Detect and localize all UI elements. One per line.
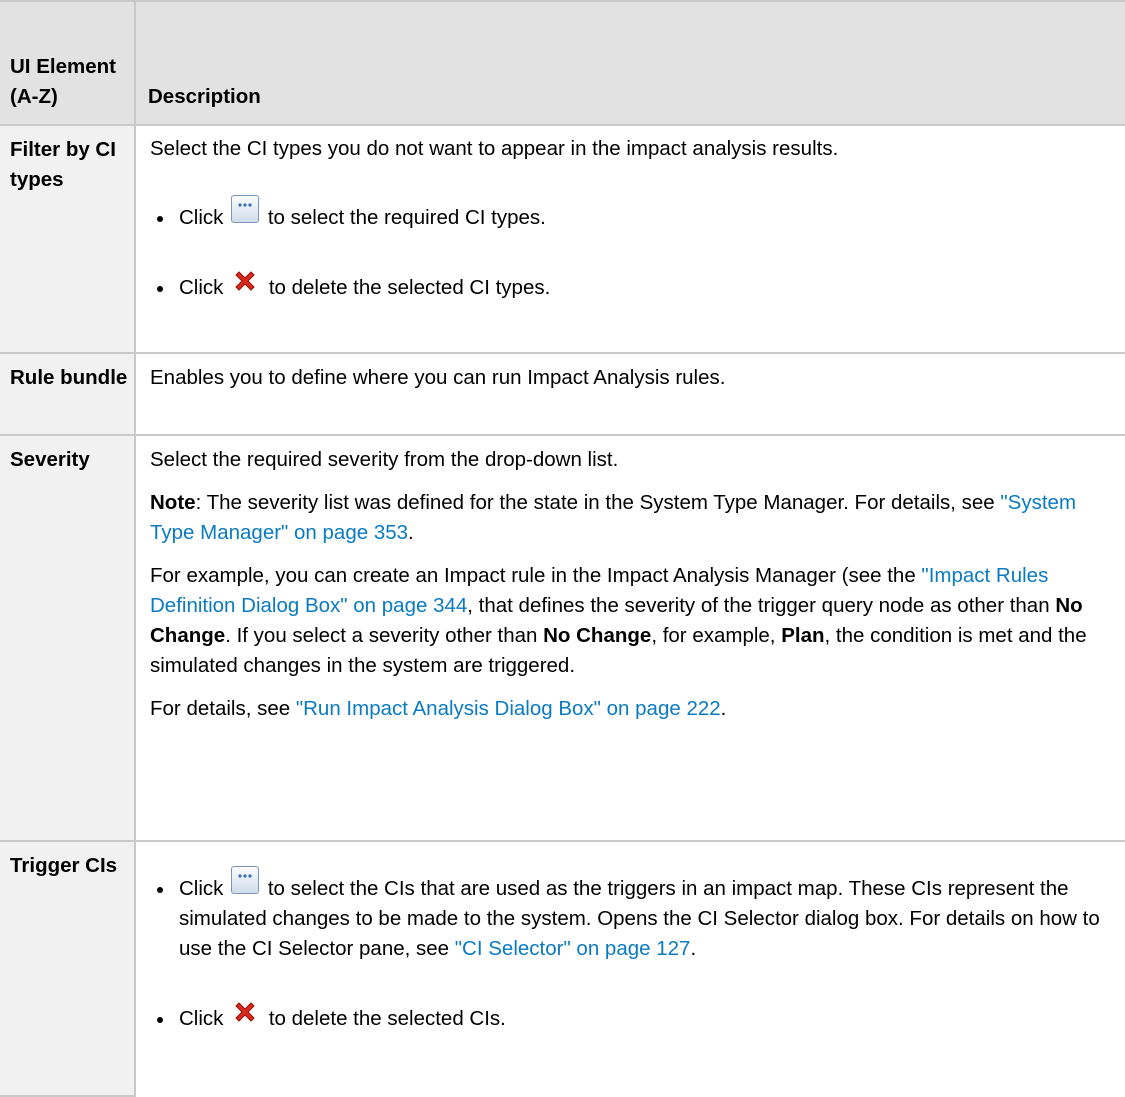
- example-text-1: For example, you can create an Impact ru…: [150, 564, 922, 587]
- plan-bold: Plan: [781, 624, 825, 647]
- header-ui-element: UI Element (A-Z): [0, 0, 135, 126]
- header-description: Description: [134, 0, 1125, 126]
- trigger-bullets: Click to select the CIs that are used as…: [150, 866, 1121, 1034]
- details-text: For details, see: [150, 697, 296, 720]
- example-text-3: . If you select a severity other than: [225, 624, 544, 647]
- click-label: Click: [179, 877, 224, 900]
- table-row-rule-bundle: Rule bundle Enables you to define where …: [0, 353, 1125, 436]
- filter-browse-text: to select the required CI types.: [267, 206, 546, 229]
- note-end: .: [408, 521, 414, 544]
- click-label: Click: [179, 276, 224, 299]
- table-row-filter-by-ci-types: Filter by CI types Select the CI types y…: [0, 125, 1125, 354]
- severity-intro: Select the required severity from the dr…: [150, 448, 619, 471]
- description-severity: Select the required severity from the dr…: [134, 435, 1125, 842]
- ellipsis-browse-icon[interactable]: [231, 866, 260, 894]
- click-label: Click: [179, 1007, 224, 1030]
- table-row-trigger-cis: Trigger CIs Click to select the CIs that…: [0, 841, 1125, 1097]
- ellipsis-browse-icon[interactable]: [231, 195, 260, 223]
- description-rule-bundle: Enables you to define where you can run …: [134, 353, 1125, 436]
- severity-example: For example, you can create an Impact ru…: [150, 561, 1121, 681]
- no-change-bold-2: No Change: [543, 624, 652, 647]
- element-name-trigger: Trigger CIs: [0, 841, 135, 1097]
- list-item: Click to select the CIs that are used as…: [150, 866, 1121, 964]
- severity-details: For details, see "Run Impact Analysis Di…: [150, 694, 1121, 724]
- table-row-severity: Severity Select the required severity fr…: [0, 435, 1125, 842]
- list-item: Click to delete the selected CIs.: [150, 1002, 1121, 1034]
- example-text-4: , for example,: [651, 624, 782, 647]
- ci-selector-link[interactable]: "CI Selector" on page 127: [455, 937, 691, 960]
- filter-intro: Select the CI types you do not want to a…: [150, 137, 839, 160]
- details-end: .: [720, 697, 727, 720]
- severity-note: Note: The severity list was defined for …: [150, 488, 1121, 548]
- list-item: Click to select the required CI types.: [150, 195, 1121, 233]
- note-label: Note: [150, 491, 196, 514]
- click-label: Click: [179, 206, 224, 229]
- filter-delete-text: to delete the selected CI types.: [268, 276, 551, 299]
- trigger-end: .: [690, 937, 697, 960]
- red-x-delete-icon[interactable]: [233, 1000, 257, 1024]
- trigger-delete-text: to delete the selected CIs.: [268, 1007, 506, 1030]
- element-name-rule-bundle: Rule bundle: [0, 353, 135, 436]
- example-text-2: , that defines the severity of the trigg…: [467, 594, 1056, 617]
- list-item: Click to delete the selected CI types.: [150, 271, 1121, 303]
- note-text: : The severity list was defined for the …: [195, 491, 1001, 514]
- red-x-delete-icon[interactable]: [233, 269, 257, 293]
- element-name-filter: Filter by CI types: [0, 125, 135, 354]
- description-trigger: Click to select the CIs that are used as…: [134, 841, 1125, 1096]
- element-name-severity: Severity: [0, 435, 135, 842]
- filter-bullets: Click to select the required CI types. C…: [150, 195, 1121, 303]
- table-header-row: UI Element (A-Z) Description: [0, 0, 1125, 126]
- description-filter: Select the CI types you do not want to a…: [134, 125, 1125, 354]
- ui-element-table: UI Element (A-Z) Description Filter by C…: [0, 0, 1125, 1097]
- run-impact-analysis-link[interactable]: "Run Impact Analysis Dialog Box" on page…: [296, 697, 721, 720]
